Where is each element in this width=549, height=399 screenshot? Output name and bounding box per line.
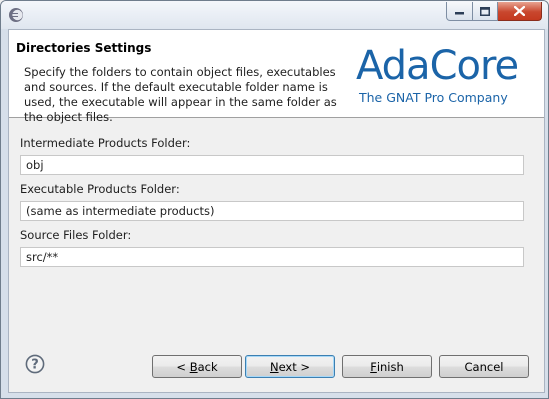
logo-wordmark: AdaCore — [356, 43, 519, 89]
svg-text:?: ? — [31, 358, 39, 373]
next-button-rest: ext > — [278, 359, 311, 374]
eclipse-icon — [9, 8, 23, 22]
finish-button[interactable]: Finish — [342, 355, 432, 378]
back-button-mnemonic: B — [189, 359, 198, 374]
minimize-icon — [455, 12, 464, 15]
back-button-rest: ack — [197, 359, 218, 374]
close-button[interactable] — [498, 2, 542, 21]
back-button-prefix: < — [176, 359, 190, 374]
page-title: Directories Settings — [16, 41, 152, 55]
adacore-logo: AdaCore The GNAT Pro Company — [356, 43, 526, 108]
logo-tagline: The GNAT Pro Company — [359, 90, 508, 105]
intermediate-folder-label: Intermediate Products Folder: — [20, 136, 191, 150]
page-description: Specify the folders to contain object fi… — [24, 65, 337, 124]
source-folder-label: Source Files Folder: — [20, 228, 132, 242]
maximize-button[interactable] — [473, 2, 498, 21]
intermediate-folder-input[interactable]: obj — [20, 155, 524, 175]
finish-button-mnemonic: F — [370, 359, 377, 374]
cancel-button[interactable]: Cancel — [439, 355, 529, 378]
source-folder-input[interactable]: src/** — [20, 247, 524, 267]
next-button[interactable]: Next > — [245, 355, 335, 378]
executable-folder-label: Executable Products Folder: — [20, 182, 180, 196]
help-icon[interactable]: ? — [25, 354, 45, 374]
back-button[interactable]: < Back — [152, 355, 242, 378]
title-bar — [1, 1, 548, 29]
wizard-window: Directories Settings Specify the folders… — [0, 0, 549, 399]
finish-button-rest: inish — [376, 359, 404, 374]
wizard-header: Directories Settings Specify the folders… — [9, 30, 544, 124]
dialog-client-area: Directories Settings Specify the folders… — [8, 29, 545, 393]
executable-folder-input[interactable]: (same as intermediate products) — [20, 201, 524, 221]
cancel-button-label: Cancel — [464, 359, 504, 374]
close-icon — [514, 6, 525, 16]
next-button-mnemonic: N — [269, 359, 279, 374]
window-controls — [446, 2, 542, 21]
minimize-button[interactable] — [446, 2, 473, 21]
maximize-icon — [480, 6, 490, 16]
